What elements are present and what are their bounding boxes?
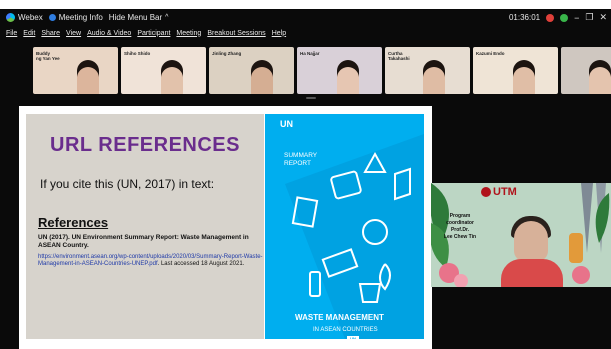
participant-name: Shiho Shido xyxy=(124,51,151,56)
references-heading: References xyxy=(38,215,109,230)
menu-meeting[interactable]: Meeting xyxy=(176,30,201,37)
participant-tile[interactable]: Jinling Zhang xyxy=(209,47,294,94)
menu-help[interactable]: Help xyxy=(272,30,286,37)
un-badge: UN xyxy=(280,119,293,129)
menu-file[interactable]: File xyxy=(6,30,17,37)
participant-tile[interactable]: Curtha Takahashi xyxy=(385,47,470,94)
speaker-video[interactable]: UTM Program coordinator Prof.Dr. Lee Che… xyxy=(431,183,611,287)
slide-content-panel: URL REFERENCES If you cite this (UN, 201… xyxy=(26,114,264,339)
restore-button[interactable]: ❐ xyxy=(585,12,593,23)
menu-breakout-sessions[interactable]: Breakout Sessions xyxy=(207,30,265,37)
menu-share[interactable]: Share xyxy=(41,30,60,37)
summary-report-label: SUMMARY REPORT xyxy=(284,152,318,167)
participant-face xyxy=(423,67,445,94)
hide-menu-bar-button[interactable]: Hide Menu Bar ^ xyxy=(109,13,169,22)
participant-tile[interactable]: Kazumi Endo xyxy=(473,47,558,94)
webex-logo-icon xyxy=(6,13,15,22)
cite-text: If you cite this (UN, 2017) in text: xyxy=(40,177,215,191)
menu-participant[interactable]: Participant xyxy=(137,30,170,37)
utm-logo-text: UTM xyxy=(493,186,517,198)
strip-resize-handle[interactable] xyxy=(306,97,316,99)
connection-status-icon[interactable] xyxy=(560,13,569,22)
utm-logo-icon xyxy=(481,187,491,197)
meeting-timer: 01:36:01 xyxy=(508,13,541,22)
reference-body: UN (2017). UN Environment Summary Report… xyxy=(38,234,249,249)
menu-audio-video[interactable]: Audio & Video xyxy=(87,30,131,37)
participant-face xyxy=(77,67,99,94)
slide-title: URL REFERENCES xyxy=(50,134,240,156)
participant-name: Ha Najjar xyxy=(300,51,320,56)
hide-menu-bar-label: Hide Menu Bar xyxy=(108,13,163,22)
meeting-info-button[interactable]: Meeting Info xyxy=(48,13,103,22)
waste-management-title: WASTE MANAGEMENT xyxy=(295,313,384,322)
participant-name: Buddy ng Yan Yee xyxy=(36,51,60,61)
speaker-caption: Program coordinator Prof.Dr. Lee Chew Ti… xyxy=(443,213,477,240)
waste-management-subtitle: IN ASEAN COUNTRIES xyxy=(313,327,378,333)
app-name: Webex xyxy=(18,13,43,22)
participant-face xyxy=(161,67,183,94)
shared-slide: URL REFERENCES If you cite this (UN, 201… xyxy=(19,106,432,349)
speaker-face xyxy=(514,221,548,261)
meeting-info-label: Meeting Info xyxy=(58,13,103,22)
participant-tile[interactable]: Buddy ng Yan Yee xyxy=(33,47,118,94)
info-icon xyxy=(48,14,56,21)
reference-accessed: . Last accessed 18 August 2021. xyxy=(157,261,245,267)
close-button[interactable]: ✕ xyxy=(599,12,607,23)
menu-edit[interactable]: Edit xyxy=(23,30,35,37)
title-bar-right: 01:36:01 − ❐ ✕ xyxy=(509,9,607,26)
reference-link-block: https://environment.asean.org/wp-content… xyxy=(38,254,266,268)
participant-tile[interactable]: Shiho Shido xyxy=(121,47,206,94)
speaker-body xyxy=(501,259,563,287)
minimize-button[interactable]: − xyxy=(574,13,579,23)
participant-name: Kazumi Endo xyxy=(476,51,505,56)
participant-face xyxy=(589,67,611,94)
participant-name: Jinling Zhang xyxy=(212,51,242,56)
participant-tile[interactable]: Ha Najjar xyxy=(297,47,382,94)
participant-strip: Buddy ng Yan Yee Shiho Shido Jinling Zhan… xyxy=(33,47,611,94)
participant-face xyxy=(251,67,273,94)
webex-app-label[interactable]: Webex xyxy=(6,13,43,22)
chevron-up-icon: ^ xyxy=(165,14,169,21)
recording-icon[interactable] xyxy=(546,13,555,22)
menu-view[interactable]: View xyxy=(66,30,81,37)
report-cover: UN SUMMARY REPORT WASTE MANAGEMENT IN ASE… xyxy=(265,114,424,339)
participant-face xyxy=(513,67,535,94)
title-bar: Webex Meeting Info Hide Menu Bar ^ 01:36… xyxy=(0,9,611,26)
participant-name: Curtha Takahashi xyxy=(388,51,410,61)
participant-face xyxy=(337,67,359,94)
waste-illustration xyxy=(285,134,424,339)
webex-meeting-window: Webex Meeting Info Hide Menu Bar ^ 01:36… xyxy=(0,9,611,349)
screenshot: Webex Meeting Info Hide Menu Bar ^ 01:36… xyxy=(0,0,611,349)
un-small-badge: UN xyxy=(347,336,359,339)
menu-bar: File Edit Share View Audio & Video Parti… xyxy=(0,27,286,39)
participant-tile[interactable] xyxy=(561,47,611,94)
